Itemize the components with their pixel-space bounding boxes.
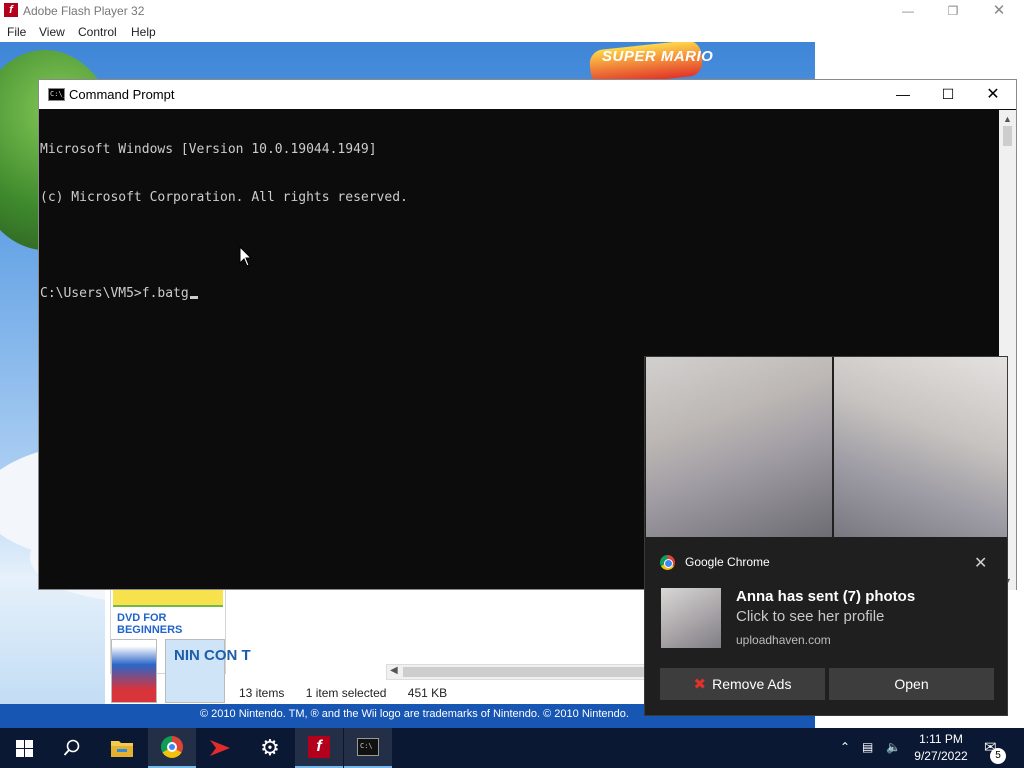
console-input-line[interactable]: C:\Users\VM5>f.batg bbox=[40, 286, 998, 302]
text-cursor bbox=[189, 296, 198, 299]
media-player-button[interactable] bbox=[196, 728, 244, 768]
console-line: Microsoft Windows [Version 10.0.19044.19… bbox=[40, 142, 377, 157]
flash-app-icon: f bbox=[4, 3, 18, 17]
windows-logo-icon bbox=[15, 739, 33, 757]
media-player-icon bbox=[210, 740, 230, 756]
console-line: (c) Microsoft Corporation. All rights re… bbox=[40, 190, 408, 205]
horizontal-scrollbar[interactable]: ◀ bbox=[386, 664, 653, 680]
mouse-pointer-icon bbox=[239, 246, 253, 267]
cmd-window-title: Command Prompt bbox=[69, 87, 175, 102]
notification-close-icon[interactable]: ✕ bbox=[974, 553, 987, 573]
start-button[interactable] bbox=[0, 728, 48, 768]
command-prompt-icon: C:\ bbox=[357, 738, 379, 756]
console-command: C:\Users\VM5>f.batg bbox=[40, 286, 189, 301]
flash-window-title: Adobe Flash Player 32 bbox=[23, 4, 145, 18]
chrome-notification[interactable]: Google Chrome ✕ Anna has sent (7) photos… bbox=[644, 356, 1008, 716]
notification-title: Anna has sent (7) photos bbox=[736, 588, 916, 605]
gear-icon: ⚙ bbox=[260, 735, 280, 760]
menu-file[interactable]: File bbox=[7, 25, 26, 39]
explorer-statusbar: 13 items 1 item selected 451 KB bbox=[239, 686, 465, 700]
copyright-text: © 2010 Nintendo. TM, ® and the Wii logo … bbox=[200, 708, 629, 720]
clock-time: 1:11 PM bbox=[919, 732, 963, 746]
menu-control[interactable]: Control bbox=[78, 25, 117, 39]
notification-image[interactable] bbox=[834, 357, 1007, 537]
selection-count: 1 item selected bbox=[305, 686, 387, 700]
taskbar: ⚙ f C:\ ⌃ ▤ 🔈 1:11 PM 9/27/2022 ✉ 5 bbox=[0, 728, 1024, 768]
red-x-icon: ✖ bbox=[693, 676, 707, 693]
open-button[interactable]: Open bbox=[829, 668, 994, 700]
cmd-minimize-button[interactable]: — bbox=[880, 80, 926, 109]
dvd-label: DVD FOR BEGINNERS bbox=[117, 612, 183, 636]
game-logo-text: SUPER MARIO bbox=[602, 48, 714, 65]
network-icon[interactable]: ▤ bbox=[862, 740, 873, 754]
show-hidden-icons-icon[interactable]: ⌃ bbox=[840, 740, 850, 754]
folder-icon bbox=[111, 741, 133, 757]
cmd-app-icon: C:\_ bbox=[48, 88, 67, 101]
game-cover-thumbnail[interactable] bbox=[111, 639, 157, 703]
notification-source: uploadhaven.com bbox=[736, 633, 831, 647]
cmd-maximize-button[interactable]: ☐ bbox=[925, 80, 971, 109]
scrollbar-thumb[interactable] bbox=[403, 667, 653, 677]
selection-size: 451 KB bbox=[407, 686, 448, 700]
flash-minimize-button[interactable]: — bbox=[885, 0, 931, 22]
cmd-close-button[interactable]: ✕ bbox=[970, 80, 1016, 109]
flash-player-icon: f bbox=[308, 736, 330, 758]
flash-menubar: File View Control Help bbox=[0, 22, 1024, 42]
file-explorer-button[interactable] bbox=[98, 728, 146, 768]
notification-image[interactable] bbox=[646, 357, 832, 537]
remove-ads-label: Remove Ads bbox=[712, 676, 792, 692]
flash-titlebar: f Adobe Flash Player 32 — ❐ ✕ bbox=[0, 0, 1024, 22]
command-prompt-taskbar-button[interactable]: C:\ bbox=[344, 728, 392, 768]
system-clock[interactable]: 1:11 PM 9/27/2022 bbox=[906, 731, 976, 765]
menu-view[interactable]: View bbox=[39, 25, 65, 39]
menu-help[interactable]: Help bbox=[131, 25, 156, 39]
notification-avatar bbox=[661, 588, 721, 648]
open-label: Open bbox=[894, 676, 929, 692]
clock-date: 9/27/2022 bbox=[914, 749, 968, 763]
scroll-left-icon[interactable]: ◀ bbox=[390, 665, 398, 676]
scrollbar-thumb[interactable] bbox=[1003, 126, 1012, 146]
settings-button[interactable]: ⚙ bbox=[246, 728, 294, 768]
notification-app-name: Google Chrome bbox=[685, 555, 770, 569]
flash-restore-button[interactable]: ❐ bbox=[930, 0, 976, 22]
search-icon bbox=[63, 739, 80, 756]
search-button[interactable] bbox=[48, 728, 96, 768]
thumbnail-text: NIN CON T bbox=[174, 647, 251, 664]
scroll-up-icon[interactable]: ▲ bbox=[1003, 114, 1012, 124]
notification-count-badge: 5 bbox=[990, 748, 1006, 764]
flash-player-taskbar-button[interactable]: f bbox=[295, 728, 343, 768]
volume-icon[interactable]: 🔈 bbox=[886, 740, 901, 754]
notification-message: Click to see her profile bbox=[736, 608, 885, 625]
item-count: 13 items bbox=[239, 686, 285, 700]
dvd-badge-stripe bbox=[113, 589, 223, 607]
chrome-taskbar-button[interactable] bbox=[148, 728, 196, 768]
flash-close-button[interactable]: ✕ bbox=[976, 0, 1022, 22]
chrome-icon bbox=[161, 736, 183, 758]
chrome-icon bbox=[660, 555, 675, 570]
remove-ads-button[interactable]: ✖ Remove Ads bbox=[660, 668, 825, 700]
cmd-titlebar[interactable]: C:\_ Command Prompt — ☐ ✕ bbox=[39, 80, 1016, 109]
